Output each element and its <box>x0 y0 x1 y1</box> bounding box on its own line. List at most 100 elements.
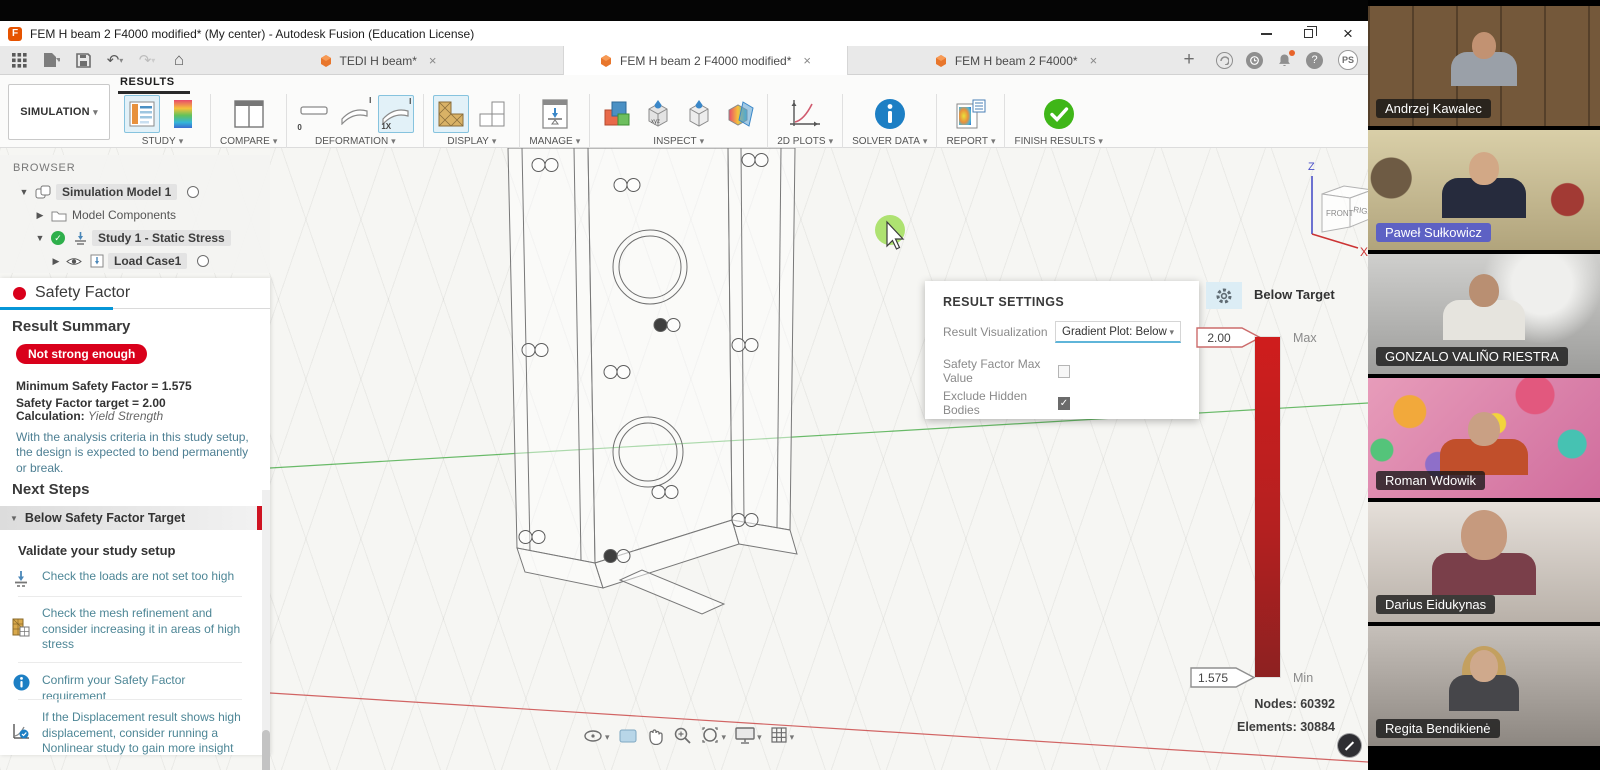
below-target-group[interactable]: ▼ Below Safety Factor Target <box>0 506 263 530</box>
browser-panel: BROWSER ▼ Simulation Model 1 ▶ Model Com… <box>0 155 270 273</box>
app-grid-icon[interactable] <box>10 51 28 69</box>
result-type-dot-icon <box>13 287 26 300</box>
chevron-down-icon <box>757 727 762 745</box>
tab-tedi-h-beam[interactable]: TEDI H beam* <box>233 46 523 75</box>
legend-min-input[interactable]: 1.575 <box>1190 666 1258 689</box>
fit-tool[interactable] <box>701 726 727 745</box>
new-tab-button[interactable] <box>1180 51 1198 69</box>
ribbon-tab-results[interactable]: RESULTS <box>120 76 175 88</box>
component-icon <box>35 185 51 199</box>
legend-max-input[interactable]: 2.00 <box>1196 326 1264 349</box>
tree-item-study1[interactable]: ▼ Study 1 - Static Stress <box>0 227 270 249</box>
participant-tile[interactable]: Darius Eidukynas <box>1368 502 1600 622</box>
study-legend-icon[interactable] <box>165 95 201 133</box>
user-avatar[interactable]: PS <box>1338 50 1358 70</box>
save-icon[interactable] <box>74 51 92 69</box>
deformation-actual-icon[interactable]: I <box>337 95 373 133</box>
orbit-tool[interactable] <box>583 727 610 745</box>
job-status-icon[interactable] <box>1216 52 1233 69</box>
grid-layout-tool[interactable] <box>771 727 795 745</box>
group-label-manage[interactable]: MANAGE <box>529 136 580 148</box>
suggestion-mesh[interactable]: Check the mesh refinement and consider i… <box>10 606 250 653</box>
status-badge: Not strong enough <box>16 344 147 364</box>
display-settings-tool[interactable] <box>735 727 762 745</box>
file-menu-icon[interactable] <box>42 51 60 69</box>
help-icon[interactable]: ? <box>1306 52 1323 69</box>
chevron-expanded-icon[interactable]: ▼ <box>34 233 46 243</box>
meeting-controls-icon[interactable] <box>1337 733 1362 758</box>
finish-results-icon[interactable] <box>1041 95 1077 133</box>
participant-tile[interactable]: Roman Wdowik <box>1368 378 1600 498</box>
group-label-solver-data[interactable]: SOLVER DATA <box>852 136 927 148</box>
browser-header: BROWSER <box>0 155 270 174</box>
participant-tile[interactable]: Andrzej Kawalec <box>1368 6 1600 126</box>
inspect-results-icon[interactable] <box>599 95 635 133</box>
solver-data-info-icon[interactable] <box>872 95 908 133</box>
participant-tile[interactable]: Regita Bendikienė <box>1368 626 1600 746</box>
group-label-deformation[interactable]: DEFORMATION <box>315 136 396 148</box>
chevron-collapsed-icon[interactable]: ▶ <box>34 210 46 221</box>
workspace-selector[interactable]: SIMULATION <box>8 84 110 140</box>
look-at-tool[interactable] <box>619 728 637 744</box>
scrollbar-thumb[interactable] <box>262 730 270 770</box>
restore-button[interactable] <box>1290 21 1326 46</box>
inspect-slice-plane-icon[interactable] <box>722 95 758 133</box>
suggestion-loads[interactable]: Check the loads are not set too high <box>10 569 250 588</box>
legend-settings-button[interactable] <box>1206 282 1242 309</box>
panel-scrollbar[interactable] <box>262 490 270 755</box>
close-button[interactable] <box>1330 21 1366 46</box>
viewcube-front-label[interactable]: FRONT <box>1326 209 1354 218</box>
participant-tile[interactable]: Paweł Sułkowicz <box>1368 130 1600 250</box>
notifications-bell-icon[interactable] <box>1276 52 1293 69</box>
suggestion-nonlinear[interactable]: If the Displacement result shows high di… <box>10 710 250 757</box>
compare-icon[interactable] <box>231 95 267 133</box>
participant-tile[interactable]: GONZALO VALIÑO RIESTRA <box>1368 254 1600 374</box>
group-label-finish-results[interactable]: FINISH RESULTS <box>1014 136 1102 148</box>
eye-icon[interactable] <box>66 256 82 267</box>
deformation-scaled-icon[interactable]: 1X I <box>378 95 414 133</box>
tab-fem-modified[interactable]: FEM H beam 2 F4000 modified* <box>563 46 848 75</box>
clock-icon[interactable] <box>1246 52 1263 69</box>
group-label-compare[interactable]: COMPARE <box>220 136 277 148</box>
activate-radio[interactable] <box>187 186 199 198</box>
chevron-down-icon <box>829 136 834 147</box>
tree-item-simulation-model[interactable]: ▼ Simulation Model 1 <box>0 181 270 203</box>
display-mesh-icon[interactable] <box>433 95 469 133</box>
activate-radio[interactable] <box>197 255 209 267</box>
display-bodies-icon[interactable] <box>474 95 510 133</box>
tab-close-icon[interactable] <box>1090 53 1098 68</box>
deformation-undeformed-icon[interactable]: 0 <box>296 95 332 133</box>
max-value-checkbox[interactable] <box>1058 365 1070 378</box>
tree-item-model-components[interactable]: ▶ Model Components <box>0 204 270 226</box>
tab-close-icon[interactable] <box>803 53 811 68</box>
study-results-icon[interactable] <box>124 95 160 133</box>
exclude-hidden-checkbox[interactable] <box>1058 397 1070 410</box>
zoom-tool[interactable] <box>673 726 692 745</box>
participant-video <box>1443 274 1525 340</box>
chevron-down-icon <box>179 136 184 147</box>
group-label-2d-plots[interactable]: 2D PLOTS <box>777 136 833 148</box>
chevron-expanded-icon[interactable]: ▼ <box>18 187 30 197</box>
group-label-inspect[interactable]: INSPECT <box>653 136 704 148</box>
visualization-dropdown[interactable]: Gradient Plot: Below <box>1055 321 1181 343</box>
tree-item-load-case1[interactable]: ▶ Load Case1 <box>0 250 270 272</box>
group-label-report[interactable]: REPORT <box>946 136 995 148</box>
home-icon[interactable]: ⌂ <box>170 51 188 69</box>
group-label-study[interactable]: STUDY <box>142 136 183 148</box>
tab-fem-f4000[interactable]: FEM H beam 2 F4000* <box>872 46 1160 75</box>
report-icon[interactable] <box>953 95 989 133</box>
undo-icon[interactable]: ↶▾ <box>106 51 124 69</box>
group-label-display[interactable]: DISPLAY <box>447 136 496 148</box>
view-cube[interactable]: FRONT RIGHT Z X <box>1270 156 1368 256</box>
minimize-button[interactable] <box>1248 21 1284 46</box>
h-beam-model[interactable] <box>508 148 797 614</box>
inspect-probe-icon[interactable] <box>681 95 717 133</box>
manage-settings-icon[interactable] <box>537 95 573 133</box>
chevron-collapsed-icon[interactable]: ▶ <box>50 256 62 267</box>
redo-icon[interactable]: ↷▾ <box>138 51 156 69</box>
inspect-point-xyz-icon[interactable]: xyz <box>640 95 676 133</box>
pan-tool[interactable] <box>646 727 664 745</box>
legend-min-label: Min <box>1293 671 1313 685</box>
2d-plots-icon[interactable] <box>787 95 823 133</box>
tab-close-icon[interactable] <box>429 53 437 68</box>
